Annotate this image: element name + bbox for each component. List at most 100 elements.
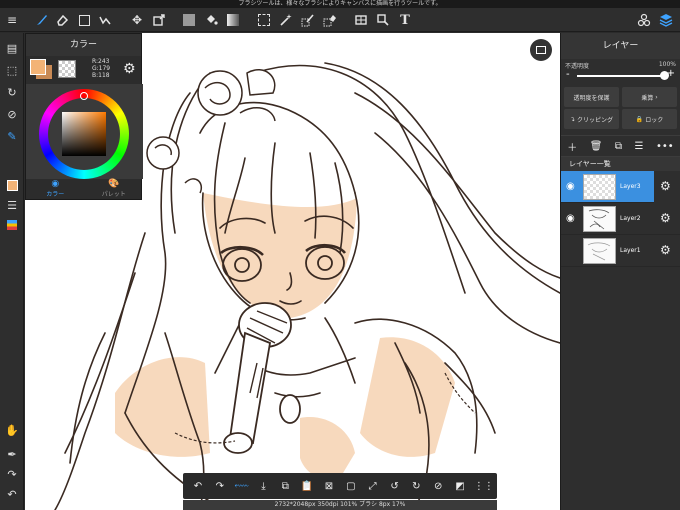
protect-alpha-button[interactable]: 透明度を保護 <box>564 87 619 107</box>
opacity-minus-button[interactable]: - <box>566 69 570 80</box>
text-tool-icon[interactable]: T <box>396 11 414 29</box>
visibility-eye-icon[interactable]: ◉ <box>566 181 575 192</box>
select-all-icon[interactable]: ▢ <box>343 481 359 492</box>
layer-settings-gear-icon[interactable]: ⚙ <box>660 179 671 193</box>
select-eraser-icon[interactable] <box>321 11 339 29</box>
hue-wheel[interactable] <box>39 89 129 179</box>
transform-box-icon[interactable] <box>150 11 168 29</box>
crop-icon[interactable] <box>374 11 392 29</box>
color-settings-gear-icon[interactable]: ⚙ <box>123 61 136 77</box>
more-icon[interactable]: ••• <box>656 141 674 152</box>
layer-row-layer3[interactable]: ◉ Layer3 ⚙ <box>561 171 671 203</box>
layer-thumbnail <box>583 238 616 264</box>
layer-panel-title: レイヤー <box>561 33 680 59</box>
layer-thumbnail <box>583 206 616 232</box>
color-panel-icon[interactable] <box>3 176 21 194</box>
move-tool-icon[interactable]: ✥ <box>128 11 146 29</box>
chevron-right-icon: › <box>655 93 658 101</box>
protect-alpha-label: 透明度を保護 <box>573 94 610 102</box>
menu-icon[interactable]: ≡ <box>3 11 21 29</box>
layer-row-layer1[interactable]: Layer1 ⚙ <box>561 235 680 267</box>
layer-clip-buttons: ↴ クリッピング 🔒 ロック <box>561 109 680 129</box>
transform-tool-icon[interactable] <box>96 11 114 29</box>
fill-color-icon[interactable] <box>180 11 198 29</box>
tab-palette[interactable]: 🎨 パレット <box>85 177 144 199</box>
material-stack-icon[interactable] <box>3 216 21 234</box>
flip-icon[interactable]: ⊘ <box>430 481 446 492</box>
rectangle-tool-icon[interactable] <box>75 11 93 29</box>
select-tool-icon[interactable] <box>255 11 273 29</box>
layer-actions-bar: ＋ 🗑 ⧉ ☰ ••• <box>561 135 680 157</box>
ruler-icon[interactable]: ⊘ <box>3 105 21 123</box>
tab-color[interactable]: ◉ カラー <box>26 177 85 199</box>
left-sidebar: ▤ ⬚ ↻ ⊘ ✎ ☰ ✋ ✒ ↷ ↶ <box>0 33 24 510</box>
color-panel-title: カラー <box>26 34 141 56</box>
materials-icon[interactable] <box>635 11 653 29</box>
opacity-control: 不透明度 100% - + <box>561 59 680 85</box>
visibility-eye-icon[interactable]: ◉ <box>566 213 575 224</box>
import-icon[interactable]: ⤓ <box>255 481 271 492</box>
delete-layer-icon[interactable]: 🗑 <box>590 141 603 152</box>
hue-marker[interactable] <box>80 92 88 100</box>
layer-list-icon[interactable]: ☰ <box>3 196 21 214</box>
layer-panel: レイヤー 不透明度 100% - + 透明度を保護 乗算 › ↴ クリッピング … <box>560 33 680 510</box>
opacity-slider[interactable] <box>577 71 669 80</box>
color-tab-icon: ◉ <box>51 179 60 189</box>
blue-value: B:118 <box>92 72 110 79</box>
brush-tool-icon[interactable] <box>33 11 51 29</box>
red-value: R:243 <box>92 58 110 65</box>
saturation-value-square[interactable] <box>62 112 106 156</box>
copy-icon[interactable]: ⧉ <box>277 481 293 492</box>
redo-icon[interactable]: ↷ <box>3 465 21 483</box>
paste-icon[interactable]: 📋 <box>299 481 315 492</box>
rotate-icon[interactable]: ↻ <box>3 83 21 101</box>
blend-mode-button[interactable]: 乗算 › <box>622 87 677 107</box>
lock-button[interactable]: 🔒 ロック <box>622 109 677 129</box>
palette-tab-icon: 🎨 <box>108 179 120 189</box>
layer-row-layer2[interactable]: ◉ Layer2 ⚙ <box>561 203 680 235</box>
bottom-toolbar: ↶ ↷ ⬳ ⤓ ⧉ 📋 ⊠ ▢ ⤢ ↺ ↻ ⊘ ◩ ⋮⋮ <box>183 473 497 499</box>
tip-text: ブラシツールは、様々なブラシによりキャンバスに描画を行うツールです。 <box>238 0 442 7</box>
clipping-button[interactable]: ↴ クリッピング <box>564 109 619 129</box>
layer-list-menu-icon[interactable]: ☰ <box>635 141 644 152</box>
layer-list-header: レイヤー一覧 <box>561 157 680 171</box>
tip-bar: ブラシツールは、様々なブラシによりキャンバスに描画を行うツールです。 <box>0 0 680 8</box>
document-icon[interactable]: ▤ <box>3 39 21 57</box>
lock-icon: 🔒 <box>635 115 644 123</box>
rotate-left-icon[interactable]: ↺ <box>387 481 403 492</box>
duplicate-layer-icon[interactable]: ⧉ <box>615 141 622 152</box>
selection-icon[interactable]: ⬚ <box>3 61 21 79</box>
select-pen-icon[interactable] <box>299 11 317 29</box>
snap-icon[interactable] <box>352 11 370 29</box>
bucket-tool-icon[interactable] <box>202 11 220 29</box>
layers-icon[interactable] <box>657 11 675 29</box>
grid-handle-icon[interactable]: ⋮⋮ <box>474 481 494 492</box>
brush-settings-icon[interactable]: ✎ <box>3 127 21 145</box>
opacity-plus-button[interactable]: + <box>667 68 675 79</box>
undo-icon[interactable]: ↶ <box>3 485 21 503</box>
eyedropper-icon[interactable]: ✒ <box>3 445 21 463</box>
eraser-tool-icon[interactable] <box>53 11 71 29</box>
lasso-fill-icon[interactable]: ⬳ <box>234 481 250 492</box>
deselect-icon[interactable]: ⊠ <box>321 481 337 492</box>
transparent-color-swatch[interactable] <box>58 60 76 78</box>
layer-settings-gear-icon[interactable]: ⚙ <box>660 243 671 257</box>
layer-settings-gear-icon[interactable]: ⚙ <box>660 211 671 225</box>
main-toolbar: ≡ ✥ T <box>0 8 680 32</box>
hand-icon[interactable]: ✋ <box>3 421 21 439</box>
transform-icon[interactable]: ⤢ <box>365 481 381 492</box>
main-color-swatch[interactable] <box>30 59 46 75</box>
add-layer-icon[interactable]: ＋ <box>567 139 577 154</box>
gradient-tool-icon[interactable] <box>224 11 242 29</box>
canvas-preview-button[interactable] <box>530 39 552 61</box>
redo-icon[interactable]: ↷ <box>212 481 228 492</box>
undo-icon[interactable]: ↶ <box>190 481 206 492</box>
color-panel: カラー R:243 G:179 B:118 ⚙ ◉ カラー 🎨 パレット <box>25 33 143 200</box>
color-tabs: ◉ カラー 🎨 パレット <box>26 177 143 199</box>
layer-name: Layer1 <box>620 247 641 254</box>
magic-wand-icon[interactable] <box>277 11 295 29</box>
green-value: G:179 <box>92 65 111 72</box>
canvas-icon[interactable]: ◩ <box>452 481 468 492</box>
rotate-right-icon[interactable]: ↻ <box>408 481 424 492</box>
opacity-slider-fill <box>577 75 664 77</box>
